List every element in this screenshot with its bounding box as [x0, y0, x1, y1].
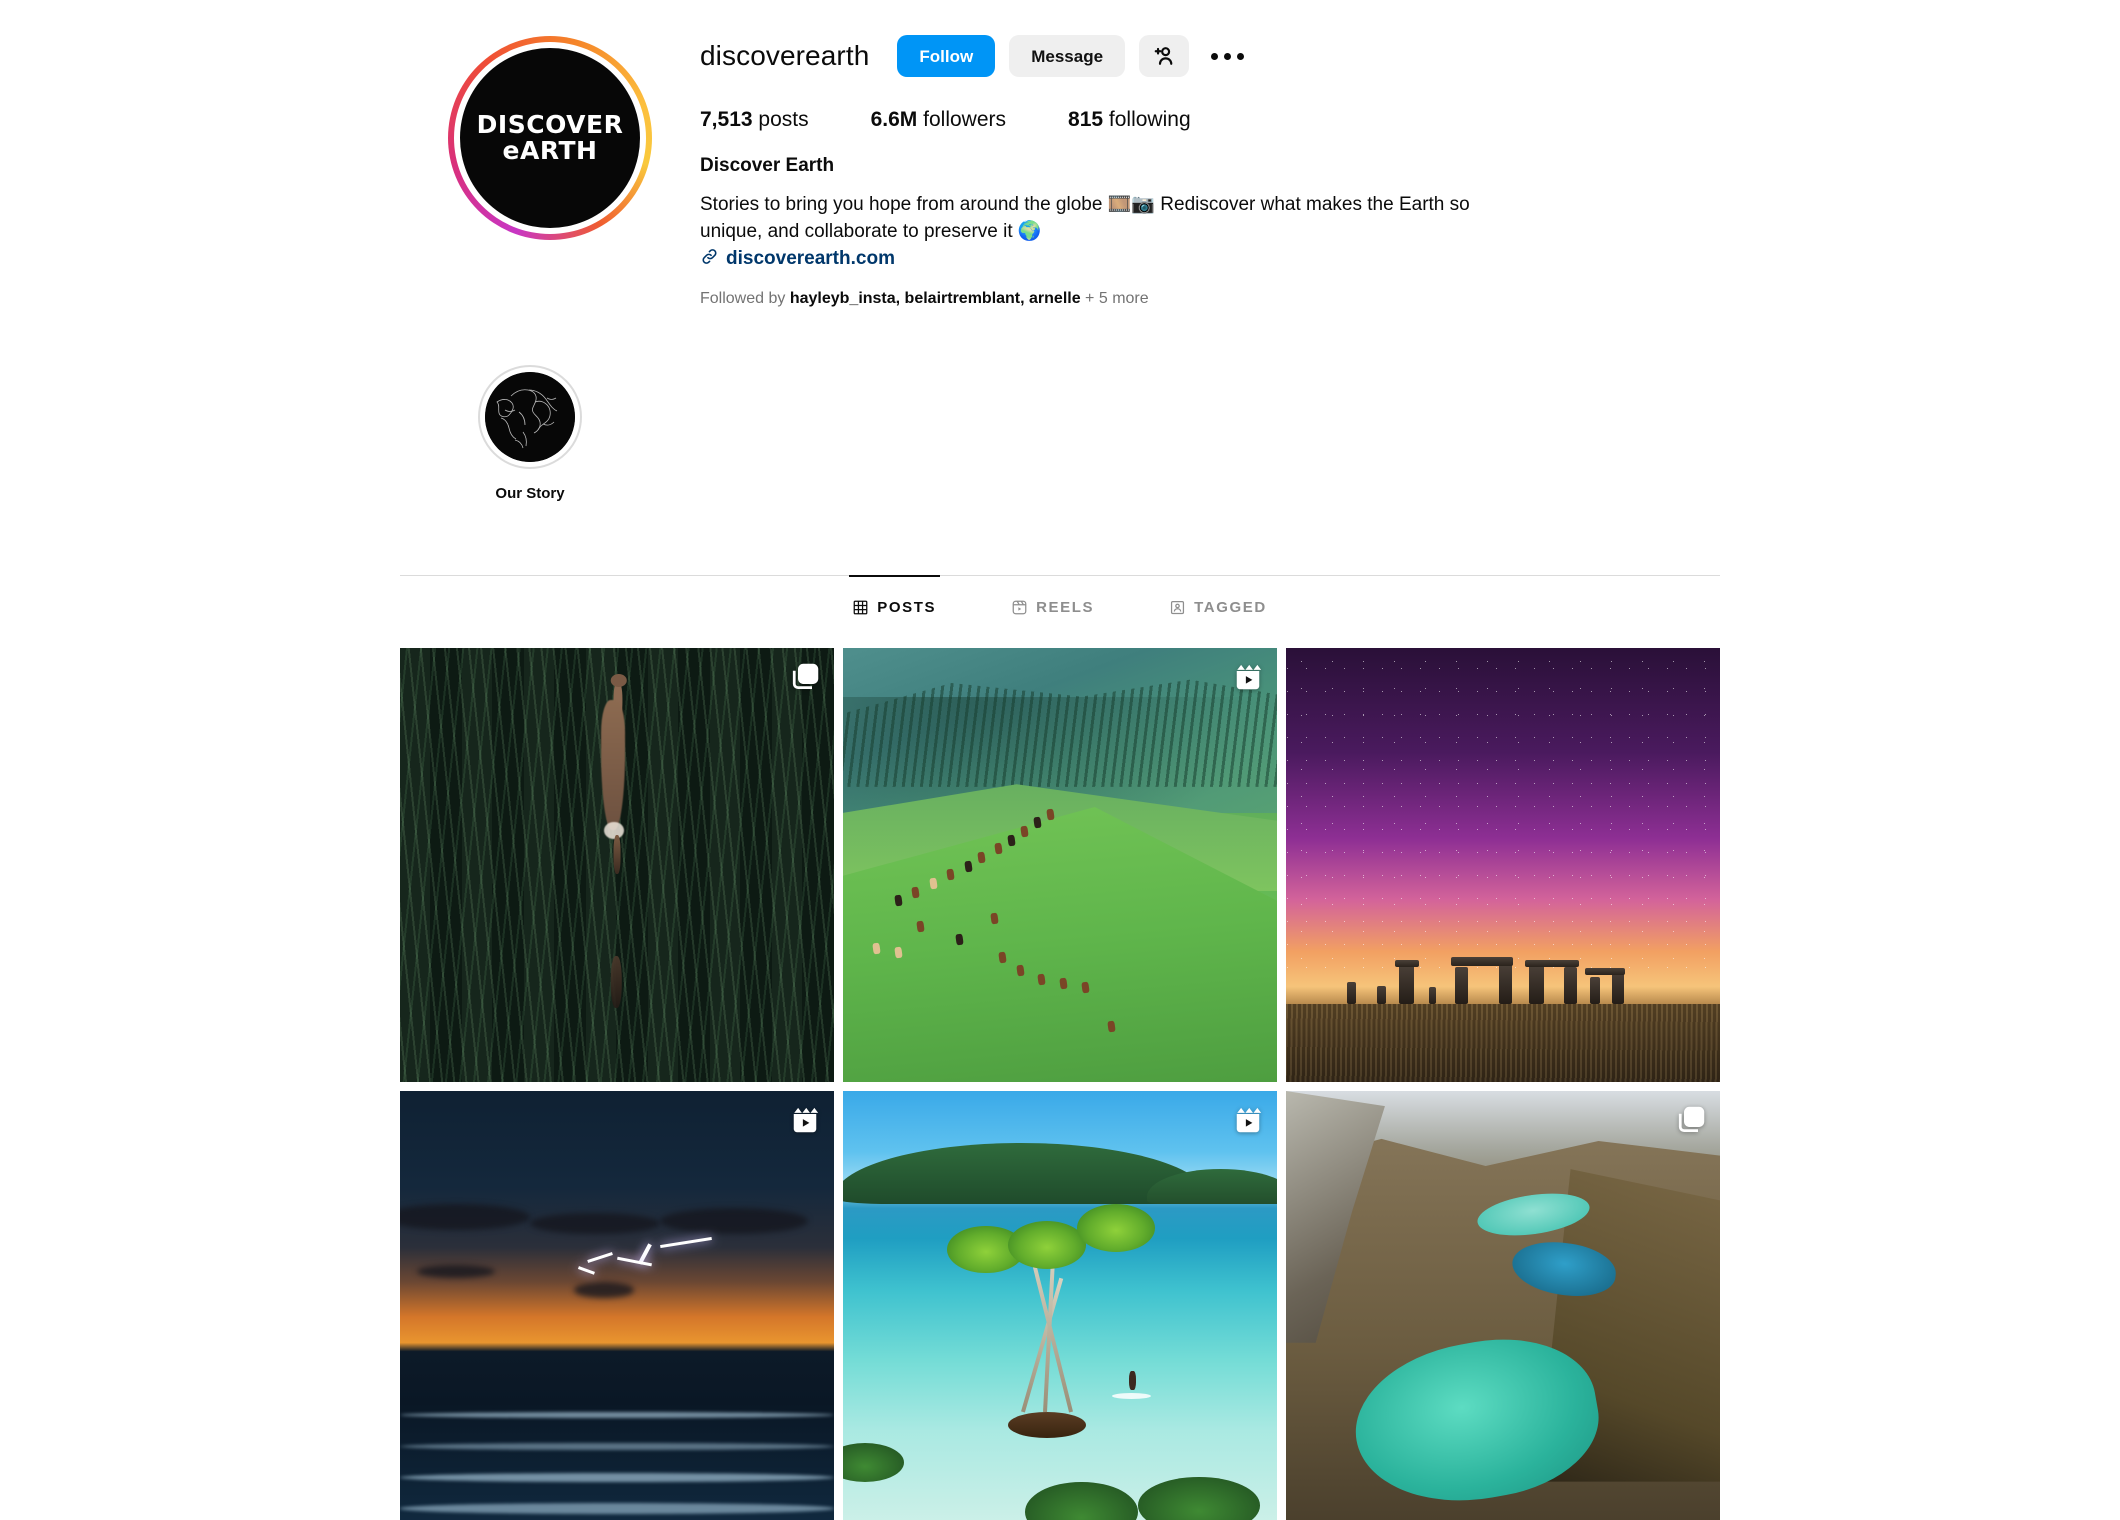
- posts-label: posts: [758, 108, 809, 131]
- story-ring-inner: DISCOVER eARTH: [454, 42, 646, 234]
- add-person-icon[interactable]: [1139, 35, 1190, 77]
- tab-posts[interactable]: POSTS: [849, 575, 941, 616]
- post-image-horses-hillside: [843, 648, 1277, 1082]
- website-row: discoverearth.com: [700, 247, 1720, 271]
- profile-bio: Stories to bring you hope from around th…: [700, 194, 1470, 242]
- highlight-label: Our Story: [495, 485, 565, 502]
- carousel-icon: [1678, 1106, 1705, 1132]
- tab-tagged-label: TAGGED: [1194, 599, 1267, 616]
- avatar-logo-line1: DISCOVER: [476, 110, 624, 139]
- followers-count: 6.6M: [870, 108, 918, 131]
- stat-posts[interactable]: 7,513 posts: [700, 108, 809, 132]
- avatar-column: DISCOVER eARTH: [400, 22, 700, 240]
- following-count: 815: [1068, 108, 1104, 131]
- more-options-icon[interactable]: [1203, 35, 1251, 77]
- follow-button[interactable]: Follow: [897, 35, 996, 77]
- highlight-ring: [478, 365, 582, 469]
- post-image-glacial-lakes: [1286, 1091, 1720, 1520]
- profile-tabs-container: POSTS REELS TAGGED: [400, 575, 1720, 616]
- followed-by: Followed by hayleyb_insta, belairtrembla…: [700, 289, 1720, 309]
- reels-icon: [793, 1107, 819, 1133]
- reels-icon: [1012, 600, 1027, 615]
- grid-post[interactable]: [400, 648, 834, 1082]
- grid-post[interactable]: [843, 648, 1277, 1082]
- stat-following[interactable]: 815 following: [1068, 108, 1191, 132]
- grid-post[interactable]: [1286, 648, 1720, 1082]
- profile-full-name: Discover Earth: [700, 155, 835, 176]
- tab-reels-label: REELS: [1036, 599, 1095, 616]
- tagged-icon: [1170, 600, 1185, 615]
- grid-post[interactable]: [400, 1091, 834, 1520]
- story-ring[interactable]: DISCOVER eARTH: [448, 36, 652, 240]
- followed-by-names[interactable]: hayleyb_insta, belairtremblant, arnelle: [790, 290, 1081, 307]
- message-button[interactable]: Message: [1009, 35, 1126, 77]
- globe-icon: [485, 372, 575, 462]
- link-icon: [700, 247, 719, 271]
- posts-grid: [400, 648, 1720, 1520]
- profile-stats: 7,513 posts 6.6M followers 815 following: [700, 108, 1720, 132]
- tab-posts-label: POSTS: [877, 599, 937, 616]
- username-row: discoverearth Follow Message: [700, 34, 1720, 78]
- followed-by-suffix[interactable]: + 5 more: [1081, 290, 1149, 307]
- reels-icon: [1236, 1107, 1262, 1133]
- followed-by-prefix: Followed by: [700, 290, 790, 307]
- reels-icon: [1236, 664, 1262, 690]
- tab-reels[interactable]: REELS: [1008, 575, 1098, 616]
- avatar-logo-line2: eARTH: [502, 136, 598, 165]
- website-link[interactable]: discoverearth.com: [726, 247, 895, 271]
- profile-info-column: discoverearth Follow Message 7,513 posts…: [700, 22, 1720, 309]
- stat-followers[interactable]: 6.6M followers: [871, 108, 1006, 132]
- instagram-profile-page: DISCOVER eARTH discoverearth Follow Mess…: [0, 0, 2120, 1520]
- grid-post[interactable]: [1286, 1091, 1720, 1520]
- post-image-stonehenge-aurora: [1286, 648, 1720, 1082]
- carousel-icon: [792, 663, 819, 689]
- following-label: following: [1108, 108, 1191, 131]
- profile-tabs: POSTS REELS TAGGED: [400, 575, 1720, 616]
- story-highlights: Our Story: [400, 365, 1720, 503]
- grid-post[interactable]: [843, 1091, 1277, 1520]
- post-image-deer: [400, 648, 834, 1082]
- posts-count: 7,513: [700, 108, 753, 131]
- tab-tagged[interactable]: TAGGED: [1166, 575, 1271, 616]
- profile-container: DISCOVER eARTH discoverearth Follow Mess…: [400, 0, 1720, 503]
- profile-header: DISCOVER eARTH discoverearth Follow Mess…: [400, 22, 1720, 309]
- followers-label: followers: [923, 108, 1007, 131]
- highlight-our-story[interactable]: Our Story: [470, 365, 590, 503]
- grid-icon: [853, 600, 868, 615]
- avatar[interactable]: DISCOVER eARTH: [460, 48, 640, 228]
- username[interactable]: discoverearth: [700, 40, 869, 72]
- post-image-lightning-ocean: [400, 1091, 834, 1520]
- post-image-tropical-palms: [843, 1091, 1277, 1520]
